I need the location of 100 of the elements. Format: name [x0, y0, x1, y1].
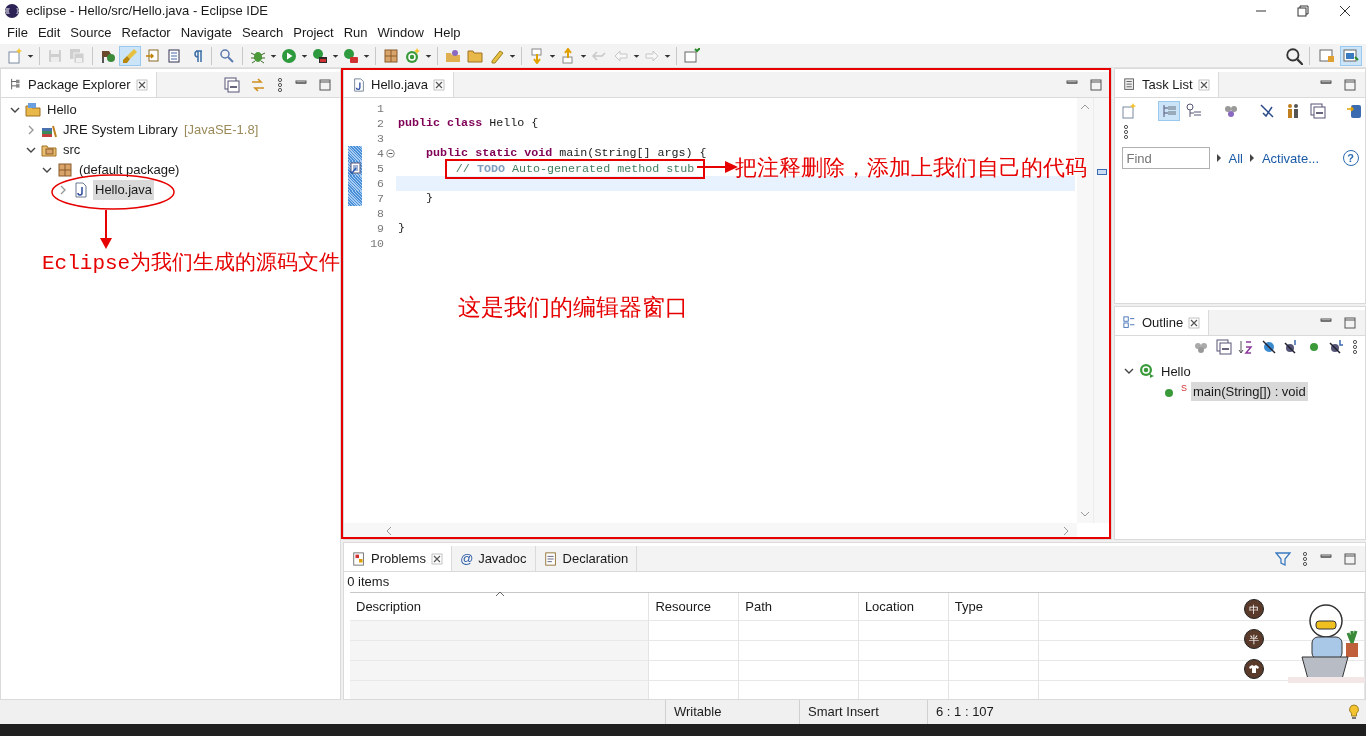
java-perspective-icon	[1343, 47, 1359, 64]
new-window-button[interactable]	[681, 45, 703, 66]
line-number: 10	[369, 235, 384, 252]
maximize-icon[interactable]	[1343, 551, 1357, 566]
column-header[interactable]: Type	[954, 598, 983, 614]
maximize-icon[interactable]	[1343, 77, 1357, 92]
collapse-all-icon[interactable]	[1215, 339, 1232, 356]
scroll-right-icon[interactable]	[1063, 526, 1071, 536]
menu-item[interactable]: Project	[288, 23, 339, 43]
document-lines-icon	[166, 47, 182, 64]
line-number: 6	[376, 175, 384, 192]
view-tab[interactable]: Problems	[344, 546, 452, 571]
line-number: 3	[376, 130, 384, 147]
close-icon[interactable]	[1188, 316, 1201, 329]
sort-caret-icon[interactable]	[495, 590, 505, 597]
view-tab[interactable]: Hello.java	[344, 72, 455, 97]
filter-icon[interactable]	[1275, 550, 1291, 567]
line-number: 4	[376, 145, 384, 162]
collapse-all-icon[interactable]	[224, 76, 240, 93]
annotation-arrow	[99, 210, 113, 250]
view-tab[interactable]: Task List	[1115, 72, 1219, 97]
view-menu-icon[interactable]	[1301, 551, 1309, 566]
scroll-down-icon[interactable]	[1080, 511, 1090, 519]
column-header[interactable]: Description	[356, 598, 422, 614]
disclosure-triangle-icon[interactable]	[1216, 153, 1222, 164]
ime-button[interactable]	[1244, 659, 1264, 679]
menu-item[interactable]: Run	[338, 23, 373, 43]
outline-icon	[1123, 315, 1137, 330]
java-file-icon	[352, 77, 366, 92]
ime-button[interactable]: 半	[1244, 629, 1264, 649]
column-header[interactable]: Location	[864, 598, 915, 614]
view-menu-icon[interactable]	[1350, 340, 1359, 355]
view-menu-icon[interactable]	[1121, 124, 1130, 139]
column-header[interactable]: Resource	[655, 598, 712, 614]
tree-item[interactable]: JRE System Library	[61, 120, 180, 140]
package-icon	[383, 47, 399, 64]
close-icon[interactable]	[1339, 5, 1351, 17]
overview-marker-icon[interactable]	[1097, 169, 1107, 175]
tree-item[interactable]: Hello	[45, 100, 79, 120]
close-icon[interactable]	[430, 552, 443, 565]
package-explorer-icon	[9, 77, 23, 92]
code-line: public static void main(String[] args) {	[425, 147, 707, 160]
scroll-left-icon[interactable]	[384, 526, 392, 536]
view-tab[interactable]: Package Explorer	[1, 72, 157, 97]
search-icon[interactable]	[1285, 46, 1303, 65]
link-editor-icon[interactable]	[250, 76, 266, 93]
tree-item[interactable]: (default package)	[77, 160, 182, 180]
lightbulb-icon[interactable]	[1348, 704, 1360, 720]
view-menu-icon[interactable]	[276, 77, 284, 92]
tree-item[interactable]: Hello	[1159, 361, 1193, 381]
close-icon[interactable]	[1197, 78, 1210, 91]
problems-icon	[352, 551, 366, 566]
annotation-text: 把注释删除，添加上我们自己的代码	[735, 154, 1087, 182]
categorized-button[interactable]	[1158, 101, 1180, 122]
menu-item[interactable]: Navigate	[175, 23, 237, 43]
tree-item[interactable]: Hello.java	[93, 180, 155, 200]
disclosure-triangle-icon[interactable]	[1249, 153, 1256, 164]
line-number: 7	[376, 190, 384, 207]
menu-item[interactable]: Refactor	[116, 23, 176, 43]
hide-static-icon[interactable]	[1283, 339, 1299, 356]
scheduled-icon	[1186, 103, 1203, 120]
code-line: }	[425, 192, 434, 205]
collapse-icon[interactable]	[385, 149, 395, 158]
folder-icon	[467, 47, 483, 64]
hide-fields-icon[interactable]	[1260, 339, 1277, 356]
menu-item[interactable]: Help	[428, 23, 466, 43]
scroll-up-icon[interactable]	[1080, 102, 1090, 110]
perspective-button[interactable]	[1340, 45, 1362, 66]
filter-link[interactable]: Activate...	[1261, 148, 1320, 168]
brush-icon	[122, 47, 138, 64]
save-all-icon	[69, 47, 85, 64]
menu-item[interactable]: Search	[237, 23, 289, 43]
menu-item[interactable]: File	[2, 23, 33, 43]
tab-label: Task List	[1142, 75, 1193, 94]
ime-button[interactable]: 中	[1244, 599, 1264, 619]
hide-local-icon[interactable]	[1328, 339, 1344, 356]
tree-item[interactable]: src	[61, 140, 83, 160]
menu-item[interactable]: Edit	[32, 23, 66, 43]
shirt-icon	[1249, 664, 1259, 674]
close-icon[interactable]	[135, 78, 148, 91]
sort-icon[interactable]	[1238, 339, 1254, 356]
tab-label: Declaration	[562, 549, 629, 568]
static-marker: S	[1181, 382, 1187, 396]
menu-item[interactable]: Source	[65, 23, 117, 43]
line-number: 8	[376, 205, 384, 222]
view-tab[interactable]: Outline	[1115, 310, 1210, 335]
maximize-icon[interactable]	[318, 77, 332, 92]
find-field[interactable]: Find	[1121, 147, 1210, 170]
filter-link[interactable]: All	[1228, 148, 1243, 168]
maximize-icon[interactable]	[1089, 77, 1103, 92]
close-icon[interactable]	[433, 78, 446, 91]
maximize-icon[interactable]	[1343, 315, 1357, 330]
repository-sync-icon	[1346, 103, 1363, 120]
categorized-icon	[1161, 103, 1177, 120]
restore-icon[interactable]	[1297, 5, 1309, 17]
source-folder-icon	[41, 142, 57, 158]
column-header[interactable]: Path	[745, 598, 773, 614]
menu-item[interactable]: Window	[372, 23, 429, 43]
tree-item[interactable]: main(String[]) : void	[1191, 381, 1308, 401]
line-number: 9	[376, 220, 384, 237]
